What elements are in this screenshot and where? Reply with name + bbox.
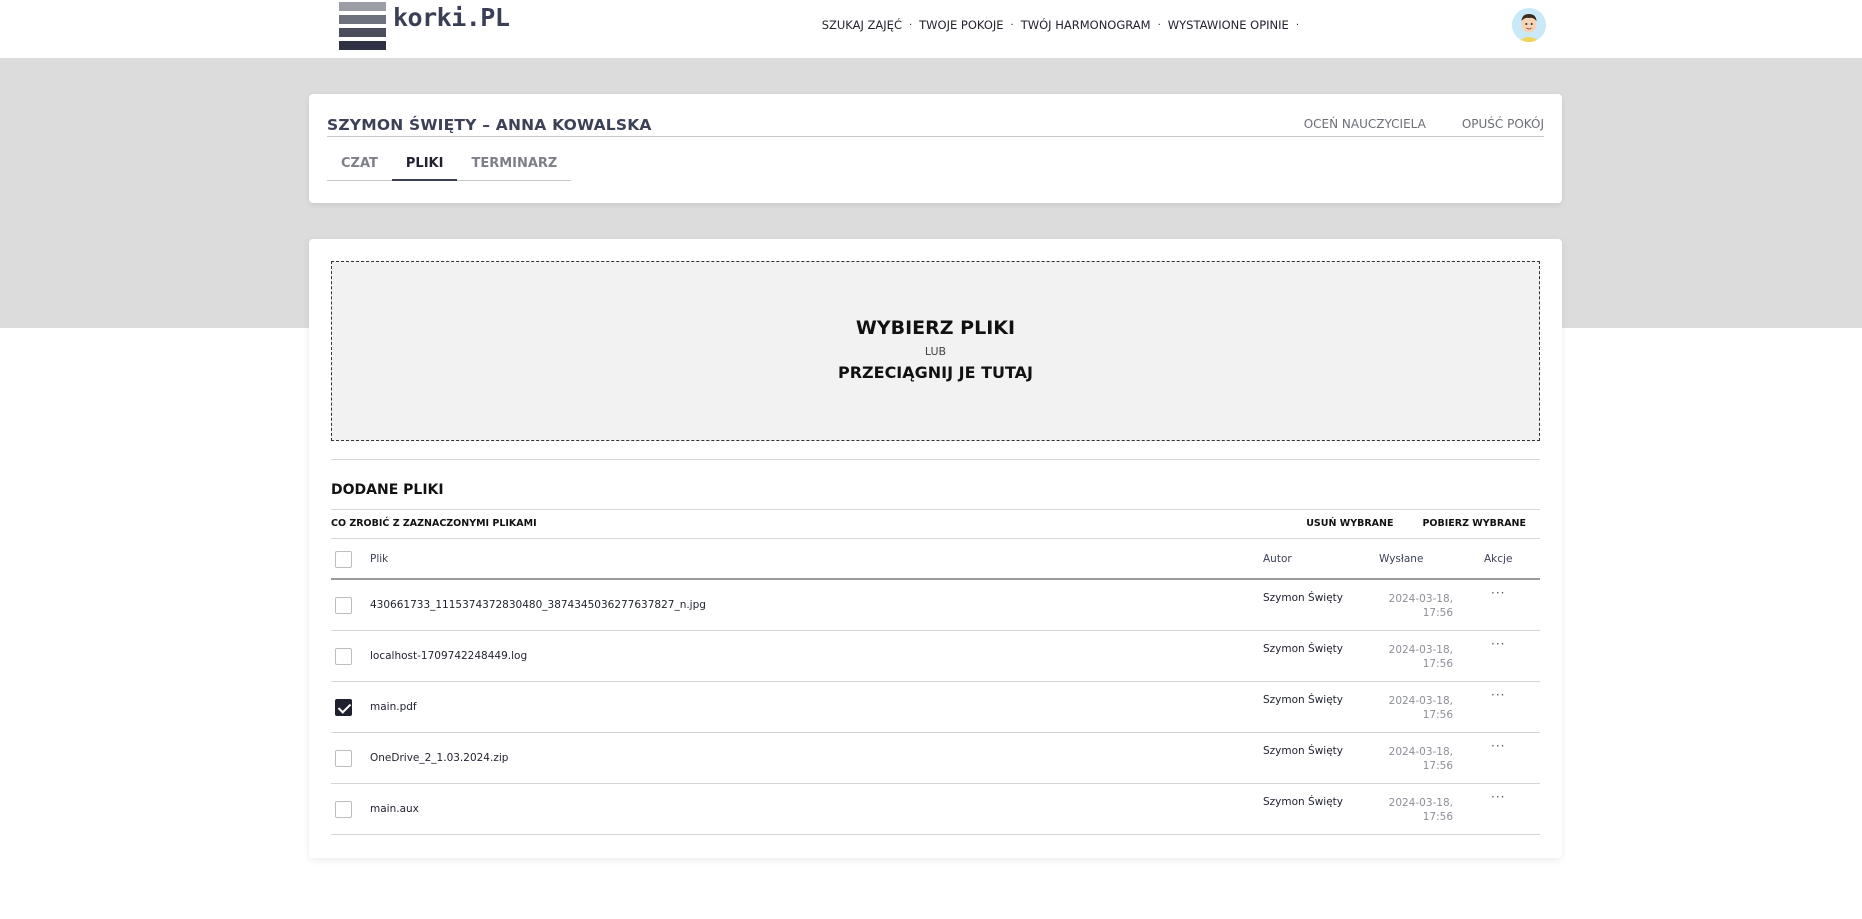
logo-icon [339, 2, 386, 51]
table-row: localhost-1709742248449.log Szymon Święt… [331, 631, 1540, 682]
nav-your-reviews[interactable]: WYSTAWIONE OPINIE [1168, 18, 1289, 32]
table-row: OneDrive_2_1.03.2024.zip Szymon Święty 2… [331, 733, 1540, 784]
delete-selected-button[interactable]: USUŃ WYBRANE [1306, 518, 1393, 529]
file-name[interactable]: main.aux [370, 803, 419, 815]
file-author: Szymon Święty [1263, 643, 1343, 655]
file-author: Szymon Święty [1263, 592, 1343, 604]
file-date-day: 2024-03-18, [1388, 797, 1453, 809]
file-date: 2024-03-18, 17:56 [1383, 643, 1453, 671]
tab-files[interactable]: PLIKI [391, 156, 458, 181]
user-avatar[interactable] [1512, 8, 1546, 42]
drag-here-label: PRZECIĄGNIJ JE TUTAJ [837, 363, 1034, 382]
room-header-card: SZYMON ŚWIĘTY – ANNA KOWALSKA OCEŃ NAUCZ… [309, 94, 1562, 203]
file-date-time: 17:56 [1422, 709, 1453, 721]
files-table-header: Plik Autor Wysłane Akcje [331, 539, 1540, 580]
column-header-sent: Wysłane [1379, 553, 1424, 565]
file-date-time: 17:56 [1422, 658, 1453, 670]
room-actions: OCEŃ NAUCZYCIELA OPUŚĆ POKÓJ [1304, 117, 1544, 131]
logo[interactable]: korki.PL [339, 2, 510, 51]
file-date-time: 17:56 [1422, 811, 1453, 823]
nav-your-rooms[interactable]: TWOJE POKOJE [919, 18, 1003, 32]
rate-teacher-link[interactable]: OCEŃ NAUCZYCIELA [1304, 117, 1426, 131]
file-date-time: 17:56 [1422, 607, 1453, 619]
more-actions-icon[interactable]: ··· [1491, 637, 1505, 651]
top-navbar: korki.PL SZUKAJ ZAJĘĆ · TWOJE POKOJE · T… [0, 0, 1862, 58]
divider [327, 136, 1544, 137]
row-checkbox[interactable] [335, 801, 352, 818]
row-checkbox[interactable] [335, 648, 352, 665]
file-date: 2024-03-18, 17:56 [1383, 694, 1453, 722]
nav-separator: · [1295, 19, 1299, 31]
column-header-file: Plik [370, 553, 389, 565]
bulk-actions-label: CO ZROBIĆ Z ZAZNACZONYMI PLIKAMI [331, 518, 537, 529]
file-dropzone[interactable]: WYBIERZ PLIKI LUB PRZECIĄGNIJ JE TUTAJ [331, 261, 1540, 441]
room-tabs: CZAT PLIKI TERMINARZ [327, 156, 572, 181]
file-name[interactable]: OneDrive_2_1.03.2024.zip [370, 752, 508, 764]
file-author: Szymon Święty [1263, 745, 1343, 757]
room-title: SZYMON ŚWIĘTY – ANNA KOWALSKA [327, 116, 652, 134]
more-actions-icon[interactable]: ··· [1491, 586, 1505, 600]
more-actions-icon[interactable]: ··· [1491, 790, 1505, 804]
tab-schedule[interactable]: TERMINARZ [457, 156, 571, 180]
file-date-time: 17:56 [1422, 760, 1453, 772]
divider [331, 509, 1540, 510]
file-date: 2024-03-18, 17:56 [1383, 796, 1453, 824]
tab-chat[interactable]: CZAT [327, 156, 392, 180]
column-header-actions: Akcje [1484, 553, 1513, 565]
nav-search-classes[interactable]: SZUKAJ ZAJĘĆ [822, 18, 902, 32]
divider [331, 459, 1540, 460]
nav-separator: · [1010, 19, 1014, 31]
file-author: Szymon Święty [1263, 694, 1343, 706]
nav-separator: · [908, 19, 913, 31]
file-date-day: 2024-03-18, [1388, 593, 1453, 605]
leave-room-link[interactable]: OPUŚĆ POKÓJ [1462, 117, 1544, 131]
or-label: LUB [924, 345, 947, 358]
table-row: main.aux Szymon Święty 2024-03-18, 17:56 … [331, 784, 1540, 835]
file-date-day: 2024-03-18, [1388, 695, 1453, 707]
bulk-actions: USUŃ WYBRANE POBIERZ WYBRANE [1306, 518, 1526, 529]
download-selected-button[interactable]: POBIERZ WYBRANE [1422, 518, 1526, 529]
file-name[interactable]: main.pdf [370, 701, 417, 713]
file-date: 2024-03-18, 17:56 [1383, 592, 1453, 620]
choose-files-label: WYBIERZ PLIKI [855, 317, 1016, 339]
logo-text: korki.PL [393, 3, 510, 32]
row-checkbox[interactable] [335, 750, 352, 767]
files-panel: WYBIERZ PLIKI LUB PRZECIĄGNIJ JE TUTAJ D… [309, 239, 1562, 858]
more-actions-icon[interactable]: ··· [1491, 739, 1505, 753]
file-date-day: 2024-03-18, [1388, 746, 1453, 758]
row-checkbox-checked[interactable] [335, 699, 352, 716]
nav-your-schedule[interactable]: TWÓJ HARMONOGRAM [1021, 18, 1151, 32]
avatar-person-icon [1512, 8, 1546, 42]
file-name[interactable]: 430661733_1115374372830480_3874345036277… [370, 599, 706, 611]
row-checkbox[interactable] [335, 597, 352, 614]
file-name[interactable]: localhost-1709742248449.log [370, 650, 527, 662]
more-actions-icon[interactable]: ··· [1491, 688, 1505, 702]
nav-separator: · [1157, 19, 1161, 31]
table-row: 430661733_1115374372830480_3874345036277… [331, 580, 1540, 631]
select-all-checkbox[interactable] [335, 551, 352, 568]
file-author: Szymon Święty [1263, 796, 1343, 808]
table-row: main.pdf Szymon Święty 2024-03-18, 17:56 … [331, 682, 1540, 733]
main-nav: SZUKAJ ZAJĘĆ · TWOJE POKOJE · TWÓJ HARMO… [822, 18, 1306, 32]
file-date: 2024-03-18, 17:56 [1383, 745, 1453, 773]
column-header-author: Autor [1263, 553, 1292, 565]
file-date-day: 2024-03-18, [1388, 644, 1453, 656]
added-files-heading: DODANE PLIKI [331, 482, 444, 498]
